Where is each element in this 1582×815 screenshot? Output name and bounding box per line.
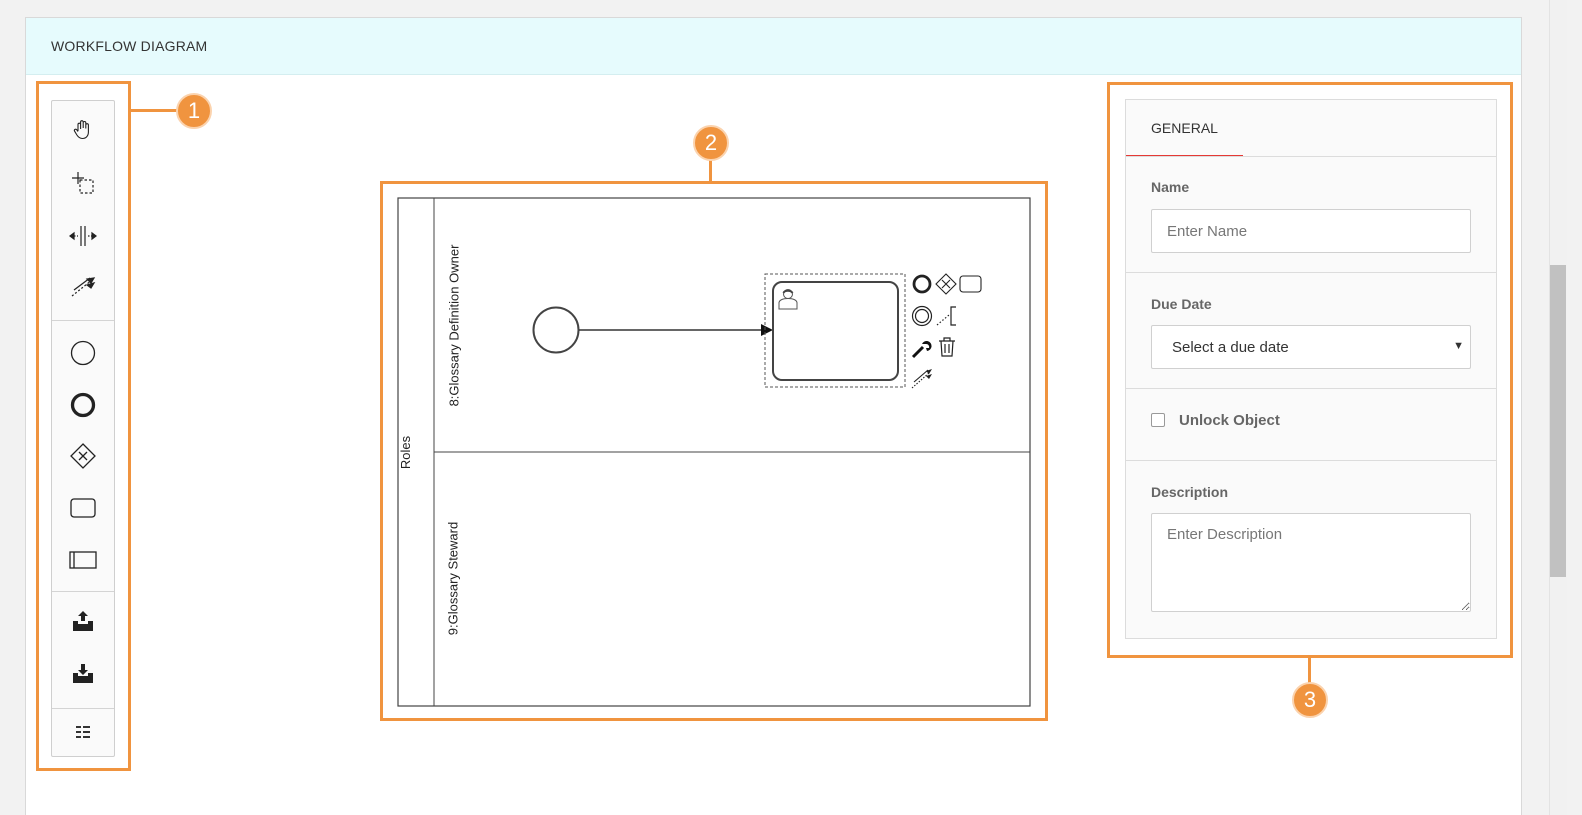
callout-leader (709, 160, 712, 182)
highlight-box-properties (1107, 82, 1513, 658)
callout-badge-2: 2 (693, 125, 729, 161)
callout-badge-3: 3 (1292, 682, 1328, 718)
highlight-box-palette (36, 81, 131, 771)
panel-header: WORKFLOW DIAGRAM (26, 18, 1521, 75)
highlight-box-diagram (380, 181, 1048, 721)
panel-title: WORKFLOW DIAGRAM (51, 38, 208, 54)
callout-leader (1308, 658, 1311, 683)
callout-leader (131, 109, 177, 112)
callout-badge-1: 1 (176, 93, 212, 129)
scrollbar-thumb[interactable] (1550, 265, 1566, 577)
